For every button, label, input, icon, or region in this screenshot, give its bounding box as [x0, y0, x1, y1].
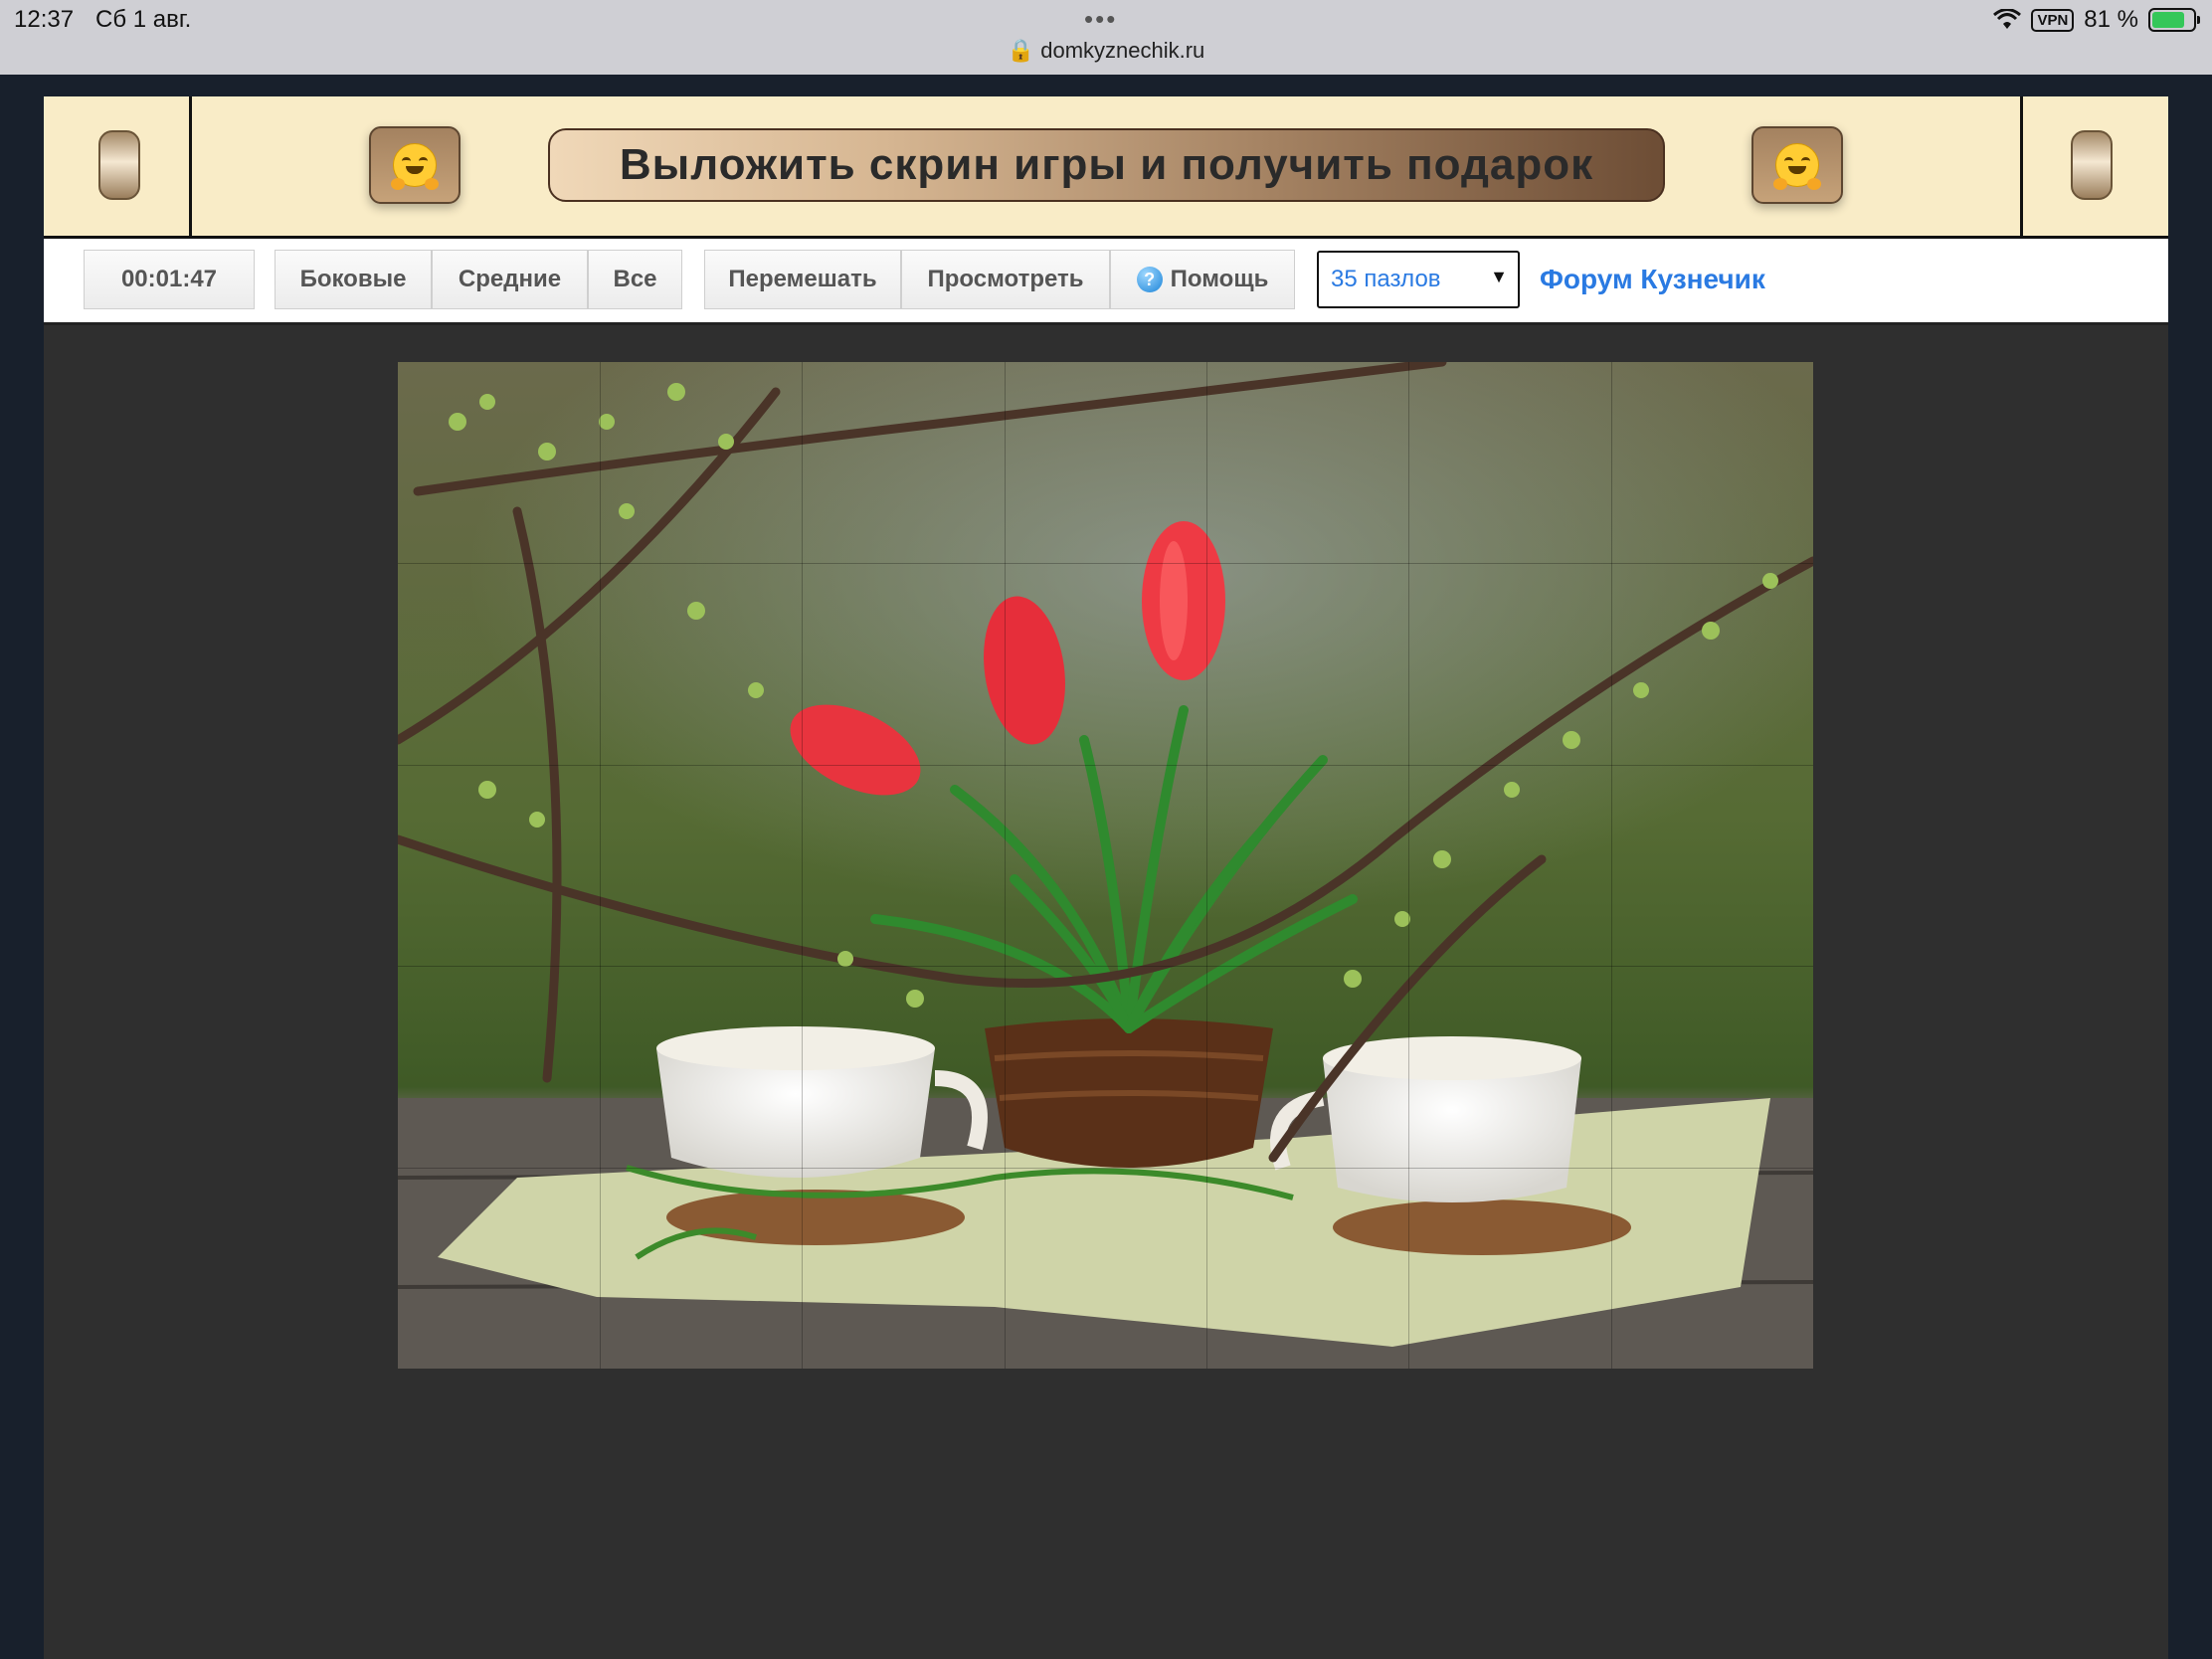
puzzle-image [398, 362, 1813, 1369]
puzzle-grid-line [398, 1168, 1813, 1169]
puzzle-grid-line [398, 966, 1813, 967]
address-bar[interactable]: 🔒 domkyznechik.ru [0, 38, 2212, 64]
promo-banner-button[interactable]: Выложить скрин игры и получить подарок [548, 128, 1665, 202]
multitasking-dots-icon[interactable]: ••• [1084, 4, 1117, 35]
hugging-face-icon[interactable] [369, 126, 461, 204]
banner-divider [2020, 96, 2023, 236]
toolbar: 00:01:47 Боковые Средние Все Перемешать … [44, 239, 2168, 325]
dropdown-arrow-icon: ▼ [1490, 267, 1508, 286]
puzzle-board[interactable] [398, 362, 1813, 1369]
battery-icon [2148, 8, 2200, 32]
forum-link[interactable]: Форум Кузнечик [1540, 264, 1765, 295]
lock-icon: 🔒 [1007, 38, 1035, 63]
page: Выложить скрин игры и получить подарок 0… [44, 96, 2168, 1659]
hugging-face-icon[interactable] [1751, 126, 1843, 204]
edge-pieces-button[interactable]: Боковые [275, 250, 432, 309]
banner-divider [189, 96, 192, 236]
shuffle-button[interactable]: Перемешать [704, 250, 901, 309]
help-icon: ? [1136, 267, 1163, 292]
puzzle-count-select[interactable]: 35 пазлов ▼ [1317, 251, 1520, 308]
puzzle-grid-line [1206, 362, 1207, 1369]
timer-display: 00:01:47 [84, 250, 255, 309]
status-date: Сб 1 авг. [95, 6, 192, 33]
vpn-badge: VPN [2031, 8, 2075, 32]
puzzle-grid-line [802, 362, 803, 1369]
middle-pieces-button[interactable]: Средние [432, 250, 588, 309]
puzzle-grid-line [600, 362, 601, 1369]
status-time: 12:37 [14, 6, 75, 33]
puzzle-count-value: 35 пазлов [1331, 266, 1441, 292]
help-button[interactable]: ? Помощь [1110, 250, 1295, 309]
all-pieces-button[interactable]: Все [588, 250, 682, 309]
wifi-icon [1993, 9, 2022, 29]
puzzle-grid-line [1611, 362, 1612, 1369]
status-bar: 12:37 Сб 1 авг. ••• 🔒 domkyznechik.ru VP… [0, 0, 2212, 75]
help-label: Помощь [1170, 266, 1269, 292]
preview-button[interactable]: Просмотреть [901, 250, 1110, 309]
battery-percent: 81 % [2084, 6, 2138, 33]
promo-banner: Выложить скрин игры и получить подарок [44, 96, 2168, 239]
url-text: domkyznechik.ru [1040, 38, 1205, 63]
status-indicators: VPN 81 % [1993, 6, 2200, 34]
puzzle-grid-line [398, 563, 1813, 564]
puzzle-grid-line [1408, 362, 1409, 1369]
banner-knob-left [98, 130, 140, 200]
puzzle-grid-line [1005, 362, 1006, 1369]
banner-knob-right [2071, 130, 2113, 200]
puzzle-grid-line [398, 765, 1813, 766]
